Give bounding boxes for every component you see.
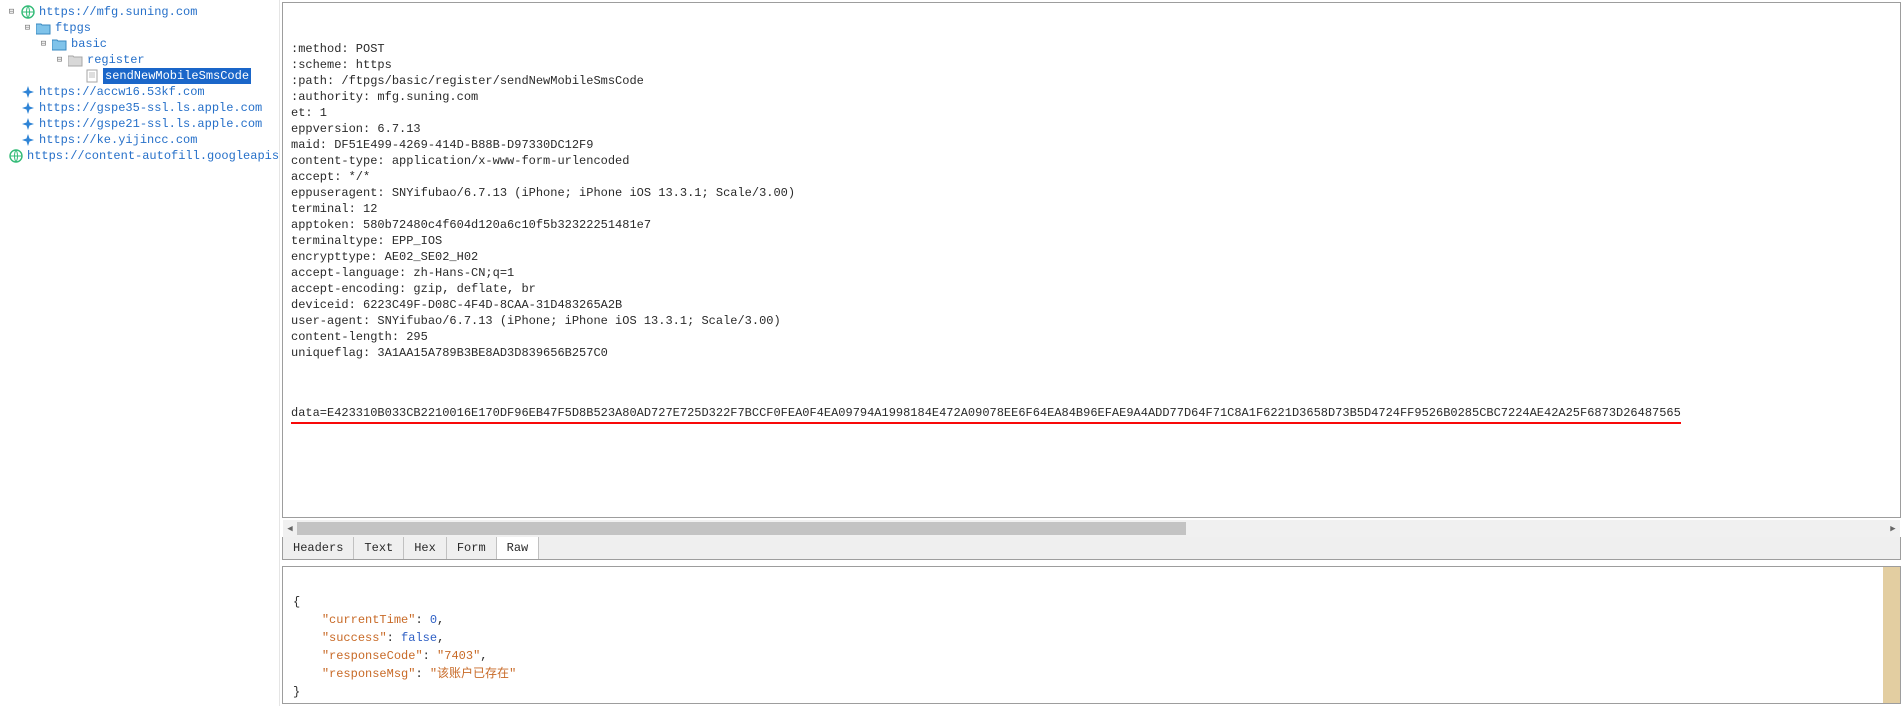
tree-node[interactable]: https://gspe21-ssl.ls.apple.com [4,116,279,132]
tree-node[interactable]: https://content-autofill.googleapis.c [4,148,279,164]
json-brace: { [293,595,300,609]
tree-toggle[interactable]: ⊟ [38,39,49,50]
tree-label[interactable]: ftpgs [55,20,91,36]
request-headers-panel[interactable]: :method: POST:scheme: https:path: /ftpgs… [282,2,1901,518]
request-header-line: maid: DF51E499-4269-414D-B88B-D97330DC12… [291,137,1892,153]
globe-icon [9,149,23,164]
tree-node[interactable]: ⊟ https://mfg.suning.com [4,4,279,20]
tree-node[interactable]: ⊟ register [52,52,279,68]
request-body-data: data=E423310B033CB2210016E170DF96EB47F5D… [291,405,1681,424]
tree-toggle[interactable]: ⊟ [22,23,33,34]
tree-node[interactable]: https://accw16.53kf.com [4,84,279,100]
request-header-line: accept-language: zh-Hans-CN;q=1 [291,265,1892,281]
tree-label[interactable]: https://ke.yijincc.com [39,132,197,148]
vertical-scrollbar[interactable] [1883,567,1900,703]
tree-label[interactable]: sendNewMobileSmsCode [103,68,251,84]
response-body-panel[interactable]: { "currentTime": 0, "success": false, "r… [282,566,1901,704]
request-header-line: content-type: application/x-www-form-url… [291,153,1892,169]
request-header-line: uniqueflag: 3A1AA15A789B3BE8AD3D839656B2… [291,345,1892,361]
tab-text[interactable]: Text [354,537,404,559]
request-header-line: terminal: 12 [291,201,1892,217]
spark-icon [20,117,35,132]
scrollbar-thumb[interactable] [297,522,1186,535]
page-icon [84,69,99,84]
horizontal-scrollbar[interactable]: ◀ ▶ [283,520,1900,537]
json-value: false [401,631,437,645]
request-header-line: et: 1 [291,105,1892,121]
request-header-line: encrypttype: AE02_SE02_H02 [291,249,1892,265]
request-header-line: eppuseragent: SNYifubao/6.7.13 (iPhone; … [291,185,1892,201]
scroll-right-arrow[interactable]: ▶ [1886,522,1900,536]
json-key: "responseMsg" [322,667,416,681]
request-header-line: user-agent: SNYifubao/6.7.13 (iPhone; iP… [291,313,1892,329]
json-value: "该账户已存在" [430,667,516,681]
request-header-line: deviceid: 6223C49F-D08C-4F4D-8CAA-31D483… [291,297,1892,313]
tree-node[interactable]: sendNewMobileSmsCode [68,68,279,84]
tree-label[interactable]: register [87,52,145,68]
tree-label[interactable]: https://gspe35-ssl.ls.apple.com [39,100,262,116]
response-view-tabs: Headers Text Hex Form Raw [282,537,1901,560]
tree-toggle[interactable]: ⊟ [54,55,65,66]
json-key: "currentTime" [322,613,416,627]
tree-label[interactable]: https://accw16.53kf.com [39,84,205,100]
folder-icon [52,37,67,52]
tree-node[interactable]: https://gspe35-ssl.ls.apple.com [4,100,279,116]
globe-icon [20,5,35,20]
tree-node[interactable]: ⊟ basic [36,36,279,52]
request-header-line: accept: */* [291,169,1892,185]
scroll-left-arrow[interactable]: ◀ [283,522,297,536]
tree-node[interactable]: ⊟ ftpgs [20,20,279,36]
tab-headers[interactable]: Headers [283,537,354,559]
spark-icon [20,133,35,148]
tree-label[interactable]: basic [71,36,107,52]
request-header-line: apptoken: 580b72480c4f604d120a6c10f5b323… [291,217,1892,233]
request-header-line: terminaltype: EPP_IOS [291,233,1892,249]
host-tree: ⊟ https://mfg.suning.com ⊟ ftpgs ⊟ basic ⊟ regi… [0,0,280,706]
json-value: "7403" [437,649,480,663]
json-key: "responseCode" [322,649,423,663]
tree-toggle[interactable]: ⊟ [6,7,17,18]
json-brace: } [293,685,300,699]
json-key: "success" [322,631,387,645]
request-header-line: eppversion: 6.7.13 [291,121,1892,137]
tree-toggle[interactable] [6,87,17,98]
request-header-line: :scheme: https [291,57,1892,73]
tab-hex[interactable]: Hex [404,537,447,559]
request-header-line: :authority: mfg.suning.com [291,89,1892,105]
tab-raw[interactable]: Raw [497,537,540,559]
folder-icon [36,21,51,36]
tree-toggle[interactable] [6,135,17,146]
tree-label[interactable]: https://gspe21-ssl.ls.apple.com [39,116,262,132]
json-value: 0 [430,613,437,627]
tree-label[interactable]: https://content-autofill.googleapis.c [27,148,280,164]
spark-icon [20,101,35,116]
tree-label[interactable]: https://mfg.suning.com [39,4,197,20]
tree-toggle[interactable] [6,119,17,130]
request-header-line: :path: /ftpgs/basic/register/sendNewMobi… [291,73,1892,89]
tab-form[interactable]: Form [447,537,497,559]
folder-plain-icon [68,53,83,68]
tree-toggle[interactable] [70,71,81,82]
request-header-line: content-length: 295 [291,329,1892,345]
request-header-line: :method: POST [291,41,1892,57]
tree-toggle[interactable] [6,103,17,114]
tree-node[interactable]: https://ke.yijincc.com [4,132,279,148]
spark-icon [20,85,35,100]
request-header-line: accept-encoding: gzip, deflate, br [291,281,1892,297]
